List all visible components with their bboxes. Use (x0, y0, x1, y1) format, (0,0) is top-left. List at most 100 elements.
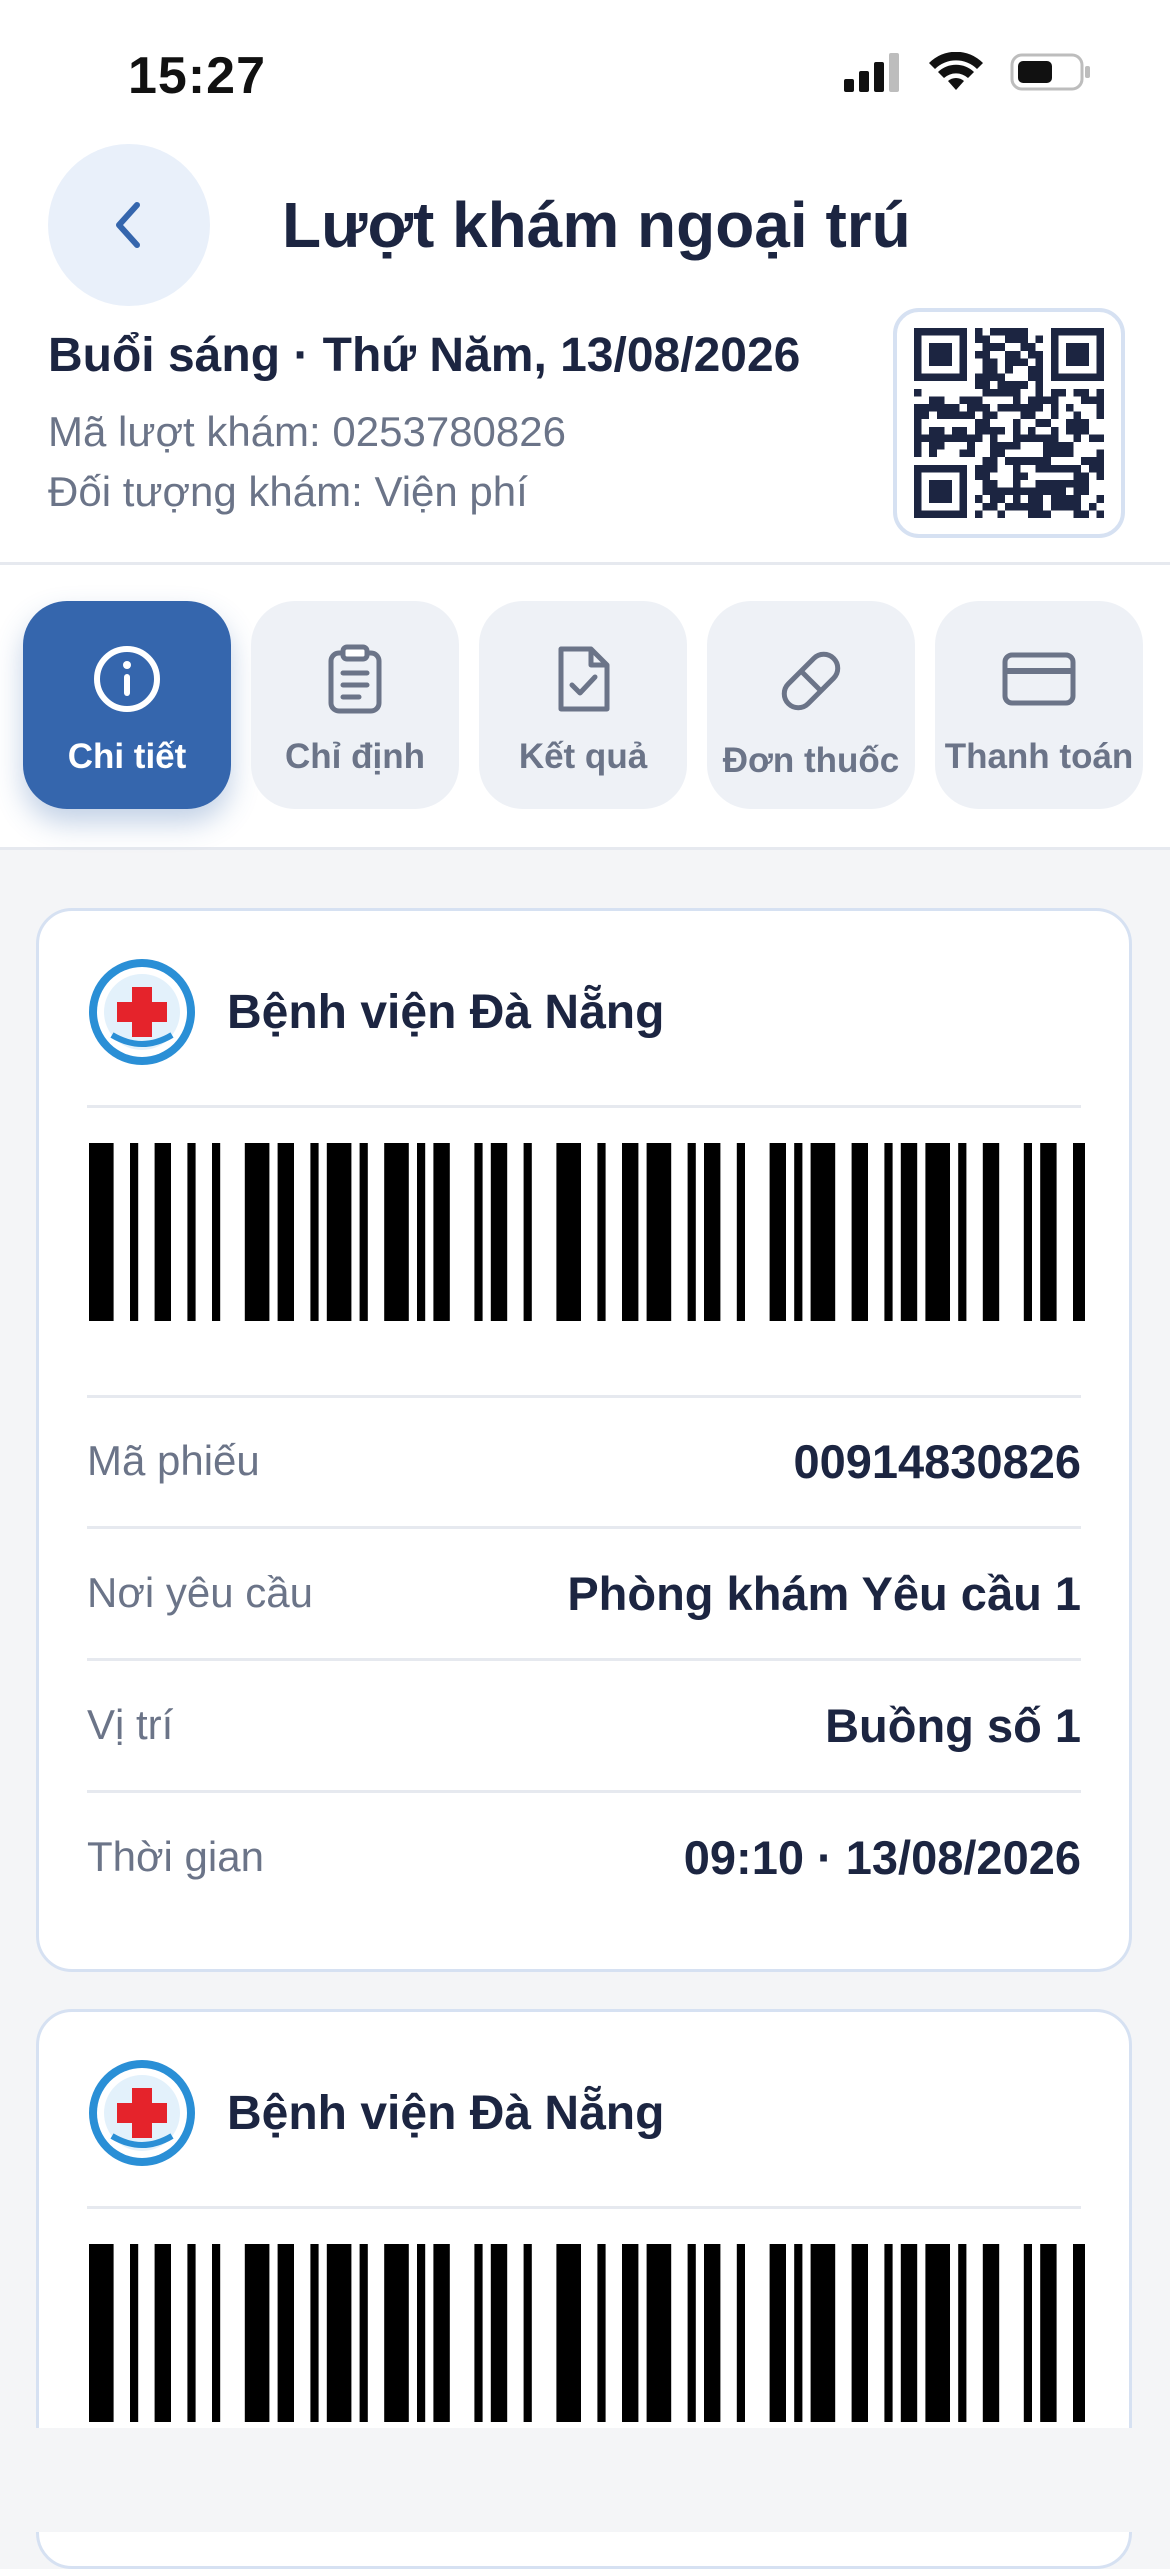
barcode-bar (1023, 1143, 1032, 1321)
qr-module (967, 434, 975, 442)
hospital-row: Bệnh viện Đà Nẵng (87, 2058, 664, 2168)
qr-finder (929, 343, 952, 366)
qr-module (997, 449, 1006, 458)
qr-module (959, 411, 968, 420)
qr-module (1020, 487, 1028, 496)
qr-module (929, 396, 937, 404)
barcode-bar (687, 1143, 696, 1321)
barcode-bar (958, 1143, 967, 1321)
tab-results[interactable]: Kết quả (479, 601, 687, 809)
qr-module (1058, 464, 1066, 473)
barcode-bar (925, 2244, 950, 2422)
qr-module (1035, 350, 1044, 359)
qr-module (1096, 411, 1104, 420)
barcode-bar (474, 1143, 483, 1321)
qr-module (1066, 442, 1074, 450)
tab-label: Kết quả (518, 737, 648, 776)
qr-module (1081, 426, 1089, 435)
qr-module (997, 381, 1006, 389)
barcode-bar (326, 1143, 352, 1321)
qr-code-button[interactable] (893, 308, 1125, 538)
qr-module (929, 426, 937, 435)
qr-module (936, 434, 945, 442)
qr-module (997, 442, 1006, 450)
qr-module (1073, 419, 1082, 427)
barcode-bar (900, 2244, 918, 2422)
qr-module (990, 343, 998, 351)
qr-module (1012, 328, 1021, 336)
cellular-signal-icon (844, 53, 899, 92)
qr-module (1020, 434, 1028, 442)
barcode-bar (769, 1143, 786, 1321)
qr-module (1028, 373, 1036, 382)
qr-module (914, 426, 922, 435)
qr-module (1050, 426, 1059, 435)
barcode-bar (851, 2244, 868, 2422)
qr-module (967, 449, 975, 458)
barcode-bar (1040, 2244, 1057, 2422)
qr-module (1012, 472, 1021, 480)
qr-module (982, 388, 990, 397)
clipboard-icon (328, 644, 382, 714)
barcode-bar (277, 2244, 294, 2422)
qr-module (921, 411, 930, 420)
battery-icon (1010, 53, 1090, 91)
qr-module (1058, 442, 1066, 450)
info-row-location: Vị trí Buồng số 1 (87, 1660, 1081, 1790)
qr-module (1066, 502, 1074, 511)
qr-module (990, 502, 998, 511)
qr-module (982, 350, 990, 359)
qr-module (1088, 502, 1097, 511)
barcode-bar (597, 1143, 606, 1321)
info-label: Mã phiếu (87, 1437, 260, 1484)
qr-module (1012, 335, 1021, 344)
qr-module (997, 495, 1006, 503)
qr-module (982, 335, 990, 344)
qr-module (1096, 464, 1104, 473)
tab-payment[interactable]: Thanh toán (935, 601, 1143, 809)
barcode-bar (794, 1143, 803, 1321)
tab-prescription[interactable]: Đơn thuốc (707, 601, 915, 809)
qr-module (1096, 388, 1104, 397)
qr-module (1050, 502, 1059, 511)
qr-module (1043, 442, 1051, 450)
wifi-icon (929, 52, 983, 90)
status-icons (844, 52, 1092, 92)
qr-module (990, 442, 998, 450)
barcode-bar (359, 1143, 368, 1321)
qr-module (1035, 404, 1044, 412)
qr-module (1096, 495, 1104, 503)
qr-module (1096, 472, 1104, 480)
qr-module (990, 457, 998, 465)
qr-module (1073, 411, 1082, 420)
qr-module (974, 335, 983, 344)
qr-module (1028, 434, 1036, 442)
barcode-bar (89, 1143, 114, 1321)
barcode-bar (212, 2244, 221, 2422)
qr-module (1020, 343, 1028, 351)
qr-module (914, 404, 922, 412)
tab-orders[interactable]: Chỉ định (251, 601, 459, 809)
session-date: Buổi sáng · Thứ Năm, 13/08/2026 (48, 329, 801, 382)
qr-module (1020, 457, 1028, 465)
barcode-bar (187, 2244, 196, 2422)
qr-module (997, 388, 1006, 397)
hospital-name: Bệnh viện Đà Nẵng (227, 2086, 665, 2140)
qr-module (1012, 457, 1021, 465)
qr-module (982, 366, 990, 374)
qr-module (1066, 480, 1074, 488)
qr-module (990, 426, 998, 435)
qr-module (1035, 396, 1044, 404)
back-button[interactable] (48, 144, 210, 306)
qr-module (974, 350, 983, 359)
qr-module (1005, 487, 1013, 496)
qr-module (1028, 404, 1036, 412)
qr-module (1035, 358, 1044, 366)
tab-details[interactable]: Chi tiết (23, 601, 231, 809)
barcode-bar (622, 2244, 639, 2422)
qr-module (1043, 457, 1051, 465)
qr-module (1028, 366, 1036, 374)
tab-label: Chi tiết (67, 737, 187, 776)
qr-module (1012, 502, 1021, 511)
qr-module (1005, 335, 1013, 344)
